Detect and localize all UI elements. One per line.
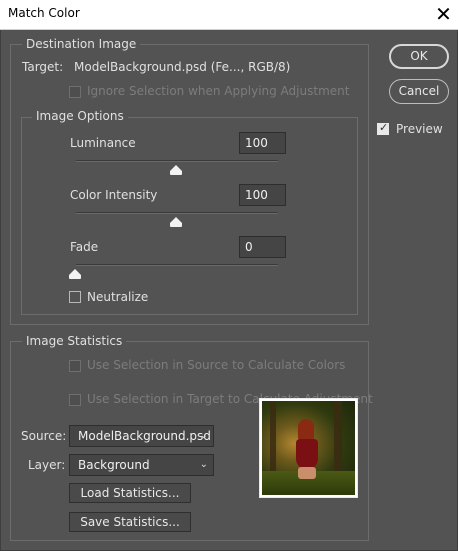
use-source-selection-label: Use Selection in Source to Calculate Col… [87,358,346,372]
chevron-down-icon: ⌄ [199,430,208,441]
luminance-label: Luminance [70,136,136,150]
title-bar: Match Color ✕ [0,0,458,30]
layer-label: Layer: [28,458,66,472]
layer-select[interactable]: Background ⌄ [69,454,214,476]
source-thumbnail [259,398,358,498]
fade-slider-track[interactable] [76,264,278,266]
figure-dress [296,439,318,469]
neutralize-checkbox[interactable] [69,291,81,303]
figure-legs [298,467,316,479]
target-label: Target: [22,60,64,74]
use-target-selection-checkbox[interactable] [69,394,81,406]
luminance-slider-track[interactable] [76,160,278,162]
image-options-legend: Image Options [32,109,128,123]
layer-select-value: Background [78,458,150,472]
source-thumbnail-image [262,401,355,495]
ignore-selection-checkbox[interactable] [69,86,81,98]
thumbnail-figure [294,419,320,479]
ignore-selection-label: Ignore Selection when Applying Adjustmen… [87,84,350,98]
source-label: Source: [21,429,67,443]
source-select-value: ModelBackground.psd [78,429,211,443]
cancel-button[interactable]: Cancel [389,79,449,104]
preview-checkbox[interactable] [377,121,389,135]
fade-label: Fade [70,240,99,254]
save-statistics-button[interactable]: Save Statistics... [69,512,191,532]
fade-input[interactable]: 0 [239,236,286,258]
load-statistics-button[interactable]: Load Statistics... [69,483,191,503]
figure-hair [298,419,314,441]
color-intensity-input[interactable]: 100 [239,184,286,206]
source-select[interactable]: ModelBackground.psd ⌄ [69,425,214,447]
window-title: Match Color [8,6,80,20]
neutralize-label: Neutralize [87,290,149,304]
luminance-input[interactable]: 100 [239,132,286,154]
close-icon[interactable]: ✕ [429,1,458,29]
color-intensity-slider-track[interactable] [76,212,278,214]
color-intensity-label: Color Intensity [70,188,158,202]
use-source-selection-checkbox[interactable] [69,360,81,372]
preview-label: Preview [396,122,443,136]
destination-image-legend: Destination Image [22,37,141,51]
chevron-down-icon: ⌄ [199,459,208,470]
image-statistics-legend: Image Statistics [22,334,127,348]
ok-button[interactable]: OK [389,44,449,69]
target-value: ModelBackground.psd (Fe..., RGB/8) [74,60,291,74]
